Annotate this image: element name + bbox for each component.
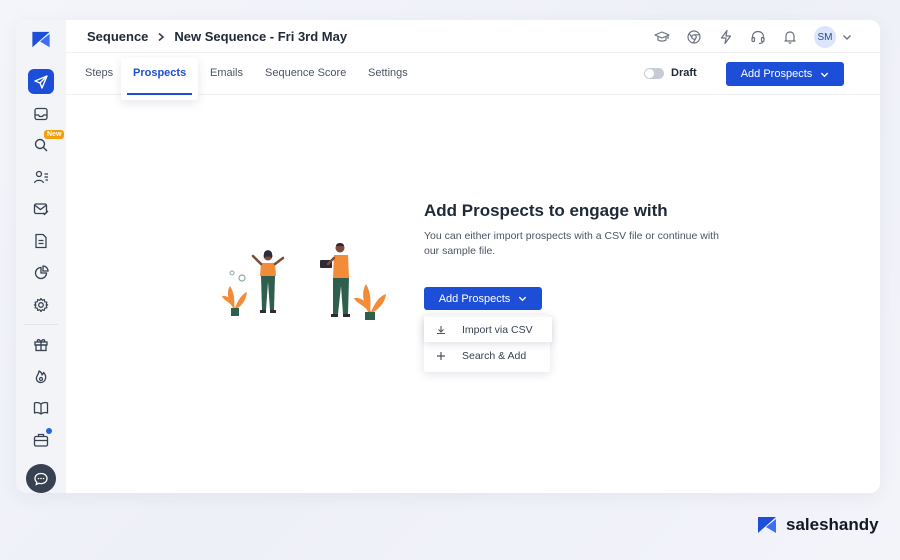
sidebar-item-contacts[interactable] — [28, 165, 54, 190]
active-tab-indicator — [127, 93, 193, 95]
tab-prospects-label: Prospects — [133, 67, 187, 79]
briefcase-icon — [33, 433, 49, 447]
page-title: New Sequence - Fri 3rd May — [174, 29, 348, 44]
sidebar-item-settings[interactable] — [28, 293, 54, 318]
plant-right — [354, 284, 386, 320]
plant-left — [222, 286, 247, 316]
saleshandy-logo[interactable] — [30, 30, 52, 49]
sidebar: New — [16, 20, 66, 493]
support-chat-button[interactable] — [26, 464, 56, 493]
menu-item-import-csv-label: Import via CSV — [462, 323, 533, 336]
book-icon — [33, 401, 49, 415]
tab-emails[interactable]: Emails — [210, 67, 243, 79]
status-toggle[interactable]: Draft — [644, 67, 697, 79]
sidebar-item-warmup[interactable] — [28, 363, 54, 388]
woman-figure — [251, 250, 285, 313]
sidebar-item-agency[interactable] — [28, 427, 54, 452]
lightning-icon[interactable] — [718, 29, 734, 45]
chrome-icon[interactable] — [686, 29, 702, 45]
pie-chart-icon — [34, 265, 49, 280]
chevron-right-icon — [158, 32, 165, 41]
breadcrumb: Sequence New Sequence - Fri 3rd May — [87, 29, 347, 44]
contacts-icon — [33, 171, 48, 184]
sidebar-item-rewards[interactable] — [28, 332, 54, 357]
sidebar-item-analytics[interactable] — [28, 261, 54, 286]
sidebar-divider — [24, 323, 58, 325]
menu-item-search-add[interactable]: Search & Add — [424, 343, 550, 368]
top-icons: SM — [654, 26, 852, 48]
empty-state-title: Add Prospects to engage with — [424, 201, 668, 220]
chat-icon — [34, 472, 48, 486]
top-bar: Sequence New Sequence - Fri 3rd May SM — [66, 20, 880, 53]
new-badge: New — [44, 130, 65, 140]
chevron-down-icon[interactable] — [842, 32, 852, 42]
add-prospects-button[interactable]: Add Prospects — [726, 62, 844, 86]
sidebar-item-inbox[interactable] — [28, 101, 54, 126]
main-panel: Sequence New Sequence - Fri 3rd May SM S… — [66, 20, 880, 493]
chevron-down-icon — [519, 296, 527, 302]
account-menu[interactable]: SM — [814, 26, 852, 48]
sidebar-item-search[interactable]: New — [28, 130, 65, 158]
add-prospects-label: Add Prospects — [740, 68, 813, 80]
inbox-icon — [34, 107, 48, 120]
empty-state-description: You can either import prospects with a C… — [424, 230, 719, 257]
search-icon — [34, 139, 48, 152]
bell-icon[interactable] — [782, 29, 798, 45]
document-icon — [35, 234, 47, 249]
add-prospects-menu: Import via CSV Search & Add — [424, 315, 552, 372]
notification-dot — [46, 428, 52, 435]
toggle-label: Draft — [671, 67, 697, 79]
menu-item-search-add-label: Search & Add — [462, 349, 527, 362]
send-icon — [34, 74, 48, 89]
tab-prospects[interactable]: Prospects — [121, 58, 199, 100]
add-prospects-dropdown-label: Add Prospects — [438, 292, 511, 305]
tabs-bar: Steps Prospects Emails Sequence Score Se… — [66, 53, 880, 100]
breadcrumb-root[interactable]: Sequence — [87, 29, 148, 44]
avatar[interactable]: SM — [814, 26, 836, 48]
graduation-cap-icon[interactable] — [654, 29, 670, 45]
sidebar-item-email-accounts[interactable] — [28, 197, 54, 222]
saleshandy-logo — [758, 517, 776, 533]
man-figure — [320, 243, 350, 317]
chevron-down-icon — [821, 72, 829, 77]
brand-watermark: saleshandy — [756, 515, 879, 535]
fire-icon — [35, 370, 47, 384]
sidebar-item-sequences[interactable] — [28, 69, 54, 95]
headset-icon[interactable] — [750, 29, 766, 45]
tab-settings[interactable]: Settings — [368, 67, 408, 79]
mail-check-icon — [33, 203, 49, 216]
empty-state-illustration — [222, 243, 386, 320]
sidebar-item-help-docs[interactable] — [28, 395, 54, 420]
brand-name: saleshandy — [786, 515, 879, 534]
download-icon — [437, 325, 445, 334]
tab-steps[interactable]: Steps — [85, 67, 113, 79]
menu-item-import-csv[interactable]: Import via CSV — [424, 317, 552, 342]
sidebar-item-templates[interactable] — [28, 229, 54, 254]
plus-icon — [437, 351, 445, 360]
gift-icon — [34, 339, 48, 352]
tab-sequence-score[interactable]: Sequence Score — [265, 67, 346, 79]
draft-toggle-switch[interactable] — [644, 67, 664, 79]
settings-icon — [33, 297, 49, 313]
add-prospects-dropdown-button[interactable]: Add Prospects — [424, 287, 542, 310]
